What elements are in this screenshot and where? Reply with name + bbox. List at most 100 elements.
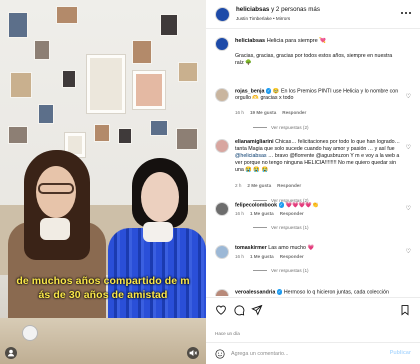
mention-link[interactable]: @heliciabsas — [235, 153, 267, 159]
caption-body: Gracias, gracias, gracias por todos esto… — [235, 53, 393, 67]
comment-text: tomaskirmer Las amo mucho 💗 — [235, 245, 402, 252]
verified-badge-icon: ✓ — [278, 202, 285, 208]
person-left-collar — [40, 218, 70, 240]
comment-composer: Publicar — [206, 342, 420, 364]
coauthors-link[interactable]: y 2 personas más — [269, 6, 320, 13]
comment-like-heart-icon[interactable]: ♡ — [406, 205, 411, 212]
comment-time: 2 h — [235, 183, 242, 188]
comment-likes[interactable]: 1 Me gusta — [250, 211, 274, 216]
comment-username[interactable]: rojas_benja — [235, 88, 264, 94]
comment-like-heart-icon[interactable]: ♡ — [406, 144, 411, 151]
tagged-users-icon[interactable] — [5, 347, 17, 359]
author-username[interactable]: heliciabsas — [236, 6, 269, 13]
tagged-user-avatar[interactable] — [22, 325, 38, 341]
caption-title-emoji: 💘 — [319, 38, 327, 44]
comment-like-heart-icon[interactable]: ♡ — [406, 93, 411, 100]
view-replies-label: Ver respuestas (2) — [271, 125, 309, 130]
comment-text: rojas_benja ✓ 🥹 En los Premios PINTI use… — [235, 88, 402, 102]
person-right-collar — [143, 222, 173, 242]
video-subtitle-line-2: ás de 30 años de amistad — [38, 289, 168, 301]
post-timestamp: Hace un día — [215, 331, 240, 336]
caption-body-text: Gracias, gracias, gracias por todos esto… — [235, 53, 402, 67]
wall-frame — [132, 70, 166, 110]
comment-body: Las amo mucho 💗 — [268, 245, 315, 251]
post-authors[interactable]: heliciabsas y 2 personas más — [236, 6, 320, 13]
wall-photo — [132, 40, 152, 64]
bookmark-icon[interactable] — [399, 304, 411, 316]
video-subtitle-line-1: de muchos años compartido de m — [16, 275, 190, 287]
post-actions-bar — [206, 297, 420, 321]
wall-frame — [86, 54, 126, 114]
comment-username[interactable]: felipecolombook — [235, 202, 277, 208]
instagram-post-viewer: de muchos años compartido de m ás de 30 … — [0, 0, 420, 364]
comments-feed[interactable]: heliciabsas Helicia para siempre 💘 Graci… — [206, 30, 420, 296]
heart-icon[interactable] — [215, 304, 227, 316]
comment-text: elianamigliarini Chicas… felicitaciones … — [235, 139, 402, 174]
wall-photo — [118, 128, 132, 144]
caption-title: Helicia para siempre — [266, 38, 318, 44]
view-replies-button[interactable]: Ver respuestas (2) — [253, 125, 309, 130]
comment-icon[interactable] — [233, 304, 245, 316]
commenter-avatar[interactable] — [215, 245, 229, 259]
comment-time: 16 h — [235, 211, 244, 216]
comment-meta: 16 h 1 Me gusta Responder — [235, 211, 310, 216]
caption-author-avatar[interactable] — [215, 37, 229, 51]
audio-track[interactable]: Justin Timberlake • Mirrors — [236, 16, 290, 21]
view-replies-label: Ver respuestas (1) — [271, 268, 309, 273]
wall-photo — [38, 104, 54, 124]
wall-photo — [8, 126, 28, 144]
comment-likes[interactable]: 19 Me gusta — [250, 110, 276, 115]
wall-photo — [150, 120, 168, 136]
comment-likes[interactable]: 1 Me gusta — [250, 254, 274, 259]
view-replies-button[interactable]: Ver respuestas (1) — [253, 268, 309, 273]
comment-time: 16 h — [235, 110, 244, 115]
wall-photo — [160, 14, 178, 36]
person-left-glasses — [38, 183, 74, 194]
verified-badge-icon: ✓ — [276, 289, 283, 295]
verified-badge-icon: ✓ — [265, 88, 272, 94]
comment-likes[interactable]: 2 Me gusta — [247, 183, 271, 188]
commenter-avatar[interactable] — [215, 139, 229, 153]
comment-body: Hermoso lo q hicieron juntas, cada colec… — [283, 289, 389, 296]
comment-text: felipecolombook ✓ 💗💗💗💗👏 — [235, 202, 402, 209]
publish-button[interactable]: Publicar — [390, 350, 411, 356]
comment-meta: 16 h 1 Me gusta Responder — [235, 254, 310, 259]
comment-username[interactable]: veroalessandria — [235, 289, 275, 295]
wall-photo — [10, 72, 32, 98]
commenter-avatar[interactable] — [215, 88, 229, 102]
wall-photo — [94, 124, 110, 142]
reply-button[interactable]: Responder — [280, 211, 304, 216]
video-player[interactable]: de muchos años compartido de m ás de 30 … — [0, 0, 206, 364]
mute-icon[interactable] — [187, 347, 199, 359]
caption-body-emoji: 🌳 — [245, 60, 252, 67]
comment-time: 16 h — [235, 254, 244, 259]
view-replies-button[interactable]: Ver respuestas (1) — [253, 225, 309, 230]
wall-photo — [176, 128, 198, 150]
more-horizontal-icon[interactable] — [400, 9, 412, 18]
caption-username[interactable]: heliciabsas — [235, 38, 265, 44]
author-avatar[interactable] — [215, 7, 230, 22]
view-replies-label: Ver respuestas (1) — [271, 225, 309, 230]
person-right-face — [141, 172, 179, 222]
wall-photo — [178, 62, 198, 82]
reply-button[interactable]: Responder — [280, 254, 304, 259]
wall-photo — [8, 12, 28, 38]
reply-button[interactable]: Responder — [282, 110, 306, 115]
wall-photo — [62, 70, 76, 88]
post-details-panel: heliciabsas y 2 personas más Justin Timb… — [206, 0, 420, 364]
reply-button[interactable]: Responder — [277, 183, 301, 188]
comment-username[interactable]: tomaskirmer — [235, 245, 267, 251]
comment-meta: 16 h 19 Me gusta Responder — [235, 110, 312, 115]
comment-meta: 2 h 2 Me gusta Responder — [235, 183, 307, 188]
caption-title-line: heliciabsas Helicia para siempre 💘 — [235, 38, 402, 45]
commenter-avatar[interactable] — [215, 202, 229, 216]
comment-body: 💗💗💗💗👏 — [285, 202, 319, 209]
comment-text: veroalessandria ✓ Hermoso lo q hicieron … — [235, 289, 402, 296]
commenter-avatar[interactable] — [215, 289, 229, 296]
comment-username[interactable]: elianamigliarini — [235, 139, 274, 145]
share-icon[interactable] — [251, 304, 263, 316]
comment-input[interactable] — [231, 348, 381, 360]
comment-like-heart-icon[interactable]: ♡ — [406, 248, 411, 255]
emoji-icon[interactable] — [215, 349, 225, 359]
wall-photo — [56, 6, 78, 24]
